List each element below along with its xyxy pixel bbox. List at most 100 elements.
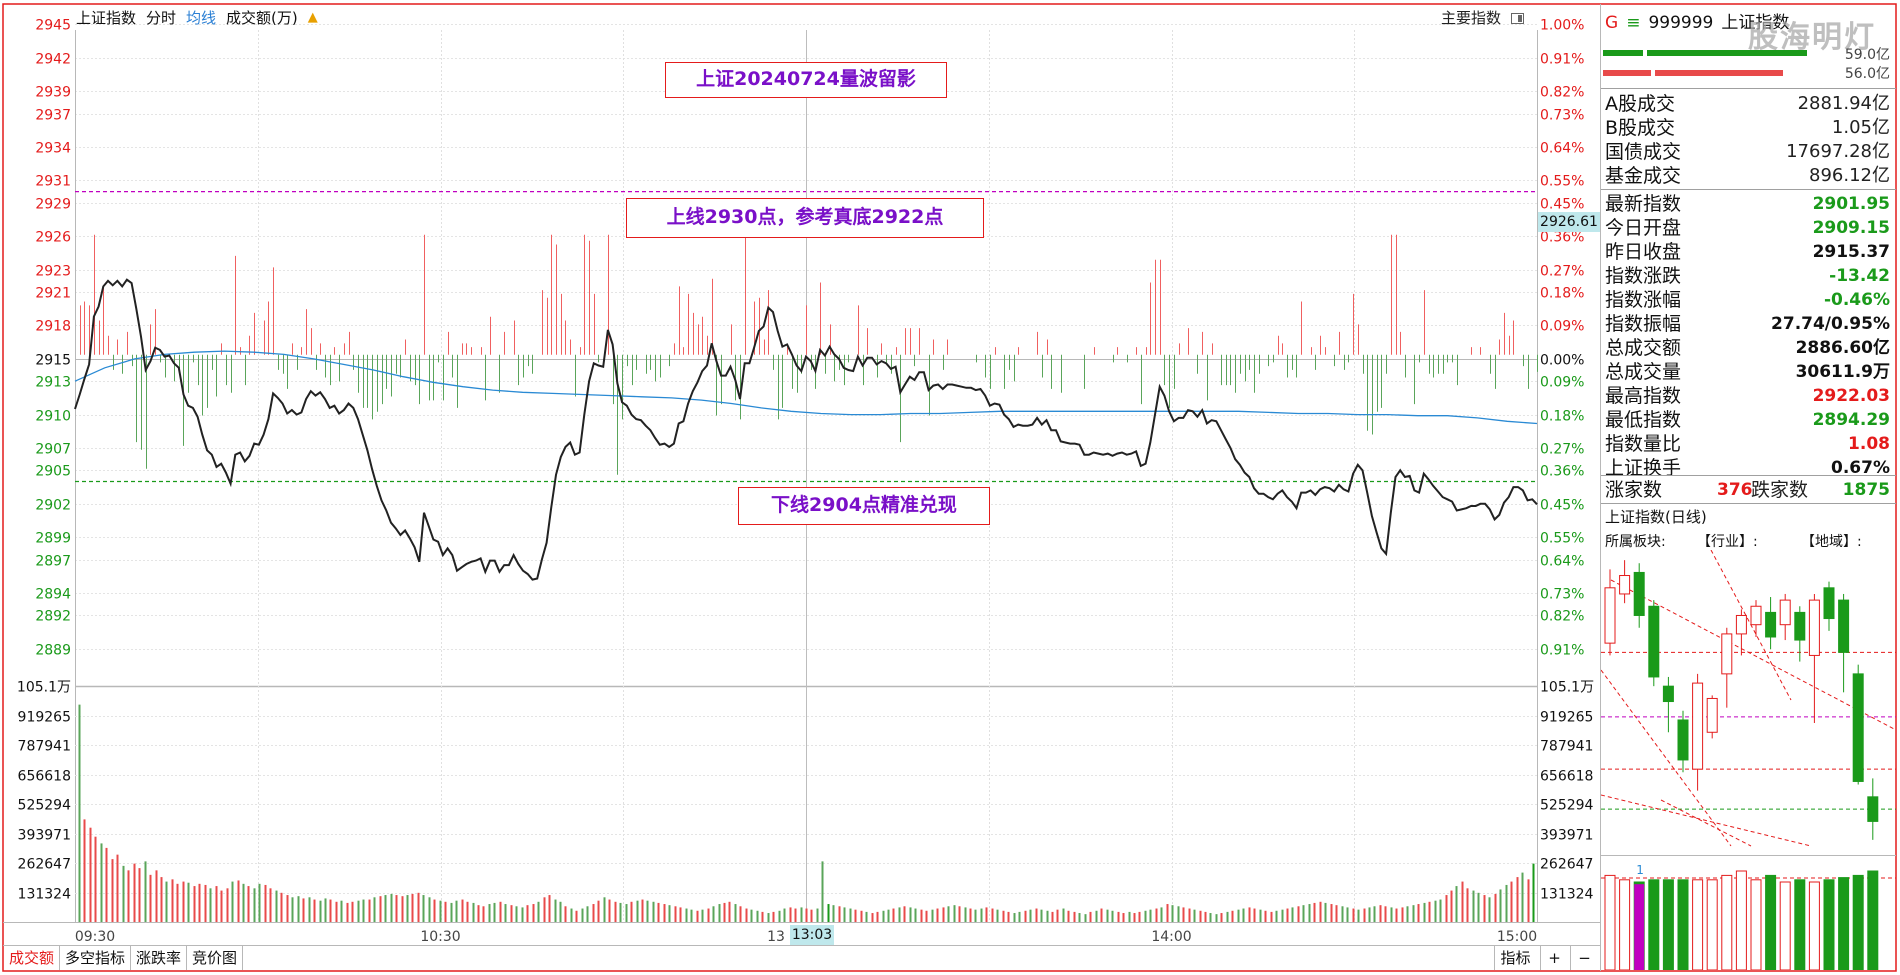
pct-tick: 0.64% — [1540, 141, 1584, 157]
pct-tick: 0.55% — [1540, 174, 1584, 190]
row-fund: 基金成交 896.12亿 — [1605, 165, 1890, 187]
tab-minute[interactable]: 分时 — [146, 8, 176, 28]
price-tick: 2915 — [35, 353, 71, 369]
price-tick: 2934 — [35, 141, 71, 157]
quote-row: 最低指数 2894.29 — [1601, 408, 1896, 432]
quote-value: 1.08 — [1848, 434, 1890, 454]
quote-label: 指数振幅 — [1605, 313, 1682, 335]
daily-volume-bar — [1794, 879, 1806, 970]
pct-tick: 0.82% — [1540, 85, 1584, 101]
quote-value: 2886.60亿 — [1795, 338, 1890, 358]
quote-row: 总成交量 30611.9万 — [1601, 360, 1896, 384]
row-breadth: 涨家数 376 跌家数 1875 — [1601, 478, 1896, 502]
bar-value-top: 59.0亿 — [1844, 47, 1890, 63]
daily-volume-bar — [1867, 870, 1879, 970]
quote-value: 2901.95 — [1812, 194, 1890, 214]
pct-tick: 0.36% — [1540, 464, 1584, 480]
price-tick: 2929 — [35, 197, 71, 213]
daily-kline-chart[interactable]: 1 — [1601, 550, 1896, 970]
daily-volume-highlight — [1634, 884, 1645, 970]
pct-tick: 0.18% — [1540, 409, 1584, 425]
price-tick: 2918 — [35, 319, 71, 335]
quote-label: 昨日收盘 — [1605, 241, 1682, 263]
down-count-value: 1875 — [1842, 480, 1890, 500]
candle-body — [1648, 605, 1660, 678]
pct-tick: 0.09% — [1540, 319, 1584, 335]
quote-row: 指数涨幅 -0.46% — [1601, 288, 1896, 312]
daily-volume-bar — [1706, 879, 1718, 970]
daily-volume-bar — [1735, 870, 1747, 970]
quote-row: 昨日收盘 2915.37 — [1601, 240, 1896, 264]
annotation-upper: 上线2930点，参考真底2922点 — [626, 198, 984, 238]
cursor-price-label: 2926.61 — [1538, 212, 1600, 232]
price-tick: 2907 — [35, 442, 71, 458]
quote-label: 指数涨跌 — [1605, 265, 1682, 287]
tab-advance-decline[interactable]: 涨跌率 — [131, 946, 188, 970]
quote-value: 2894.29 — [1812, 410, 1890, 430]
pct-tick: 0.45% — [1540, 197, 1584, 213]
tab-turnover[interactable]: 成交额 — [4, 946, 61, 970]
quote-row: 今日开盘 2909.15 — [1601, 216, 1896, 240]
tab-avg-line[interactable]: 均线 — [186, 8, 216, 28]
panel-toggle-icon[interactable] — [1511, 12, 1525, 24]
time-tick: 13 — [767, 929, 785, 945]
up-count-value: 376 — [1717, 480, 1753, 500]
quote-row: 上证换手 0.67% — [1601, 456, 1896, 480]
tab-auction[interactable]: 竞价图 — [187, 946, 244, 970]
divider — [1601, 503, 1896, 504]
daily-volume-bar — [1677, 879, 1689, 970]
divider — [1601, 475, 1896, 476]
volume-tick: 919265 — [18, 710, 71, 726]
candle-body — [1706, 697, 1718, 733]
volume-tick: 131324 — [18, 887, 72, 903]
daily-chart-title[interactable]: 上证指数(日线) — [1605, 506, 1707, 527]
trend-line — [1601, 794, 1812, 847]
daily-volume-bar — [1662, 879, 1674, 970]
zoom-out-button[interactable]: − — [1570, 946, 1598, 970]
volume-tick: 262647 — [18, 857, 71, 873]
daily-volume-bar — [1838, 877, 1850, 970]
quote-label: 总成交额 — [1605, 337, 1682, 359]
candle-body — [1750, 605, 1762, 626]
quote-value: 30611.9万 — [1795, 362, 1890, 382]
price-tick: 2897 — [35, 554, 71, 570]
tab-long-short[interactable]: 多空指标 — [60, 946, 132, 970]
candle-body — [1677, 719, 1689, 761]
daily-volume-bar — [1779, 881, 1791, 970]
bottom-tabs: 成交额 多空指标 涨跌率 竞价图 — [4, 946, 244, 970]
quote-panel: G ≡ 999999 上证指数 股海明灯 59.0亿 56.0亿 A股成交 288… — [1601, 4, 1896, 971]
price-tick: 2945 — [35, 18, 71, 34]
candle-body — [1779, 599, 1791, 626]
pct-tick: 0.73% — [1540, 108, 1584, 124]
region-link[interactable]: 【地域】: — [1801, 531, 1862, 551]
volume-tick: 787941 — [18, 739, 71, 755]
price-tick: 2937 — [35, 108, 71, 124]
candle-body — [1765, 611, 1777, 638]
bell-icon[interactable]: ▲ — [308, 8, 318, 28]
quote-value: 27.74/0.95% — [1771, 314, 1890, 334]
zoom-in-button[interactable]: + — [1540, 946, 1568, 970]
quote-row: 指数量比 1.08 — [1601, 432, 1896, 456]
quote-value: 0.67% — [1831, 458, 1890, 478]
sell-volume-bar-b — [1655, 70, 1783, 76]
sector-row: 所属板块: 【行业】: 【地域】: — [1605, 531, 1862, 551]
annotation-title: 上证20240724量波留影 — [665, 62, 947, 98]
pct-tick: 0.27% — [1540, 442, 1584, 458]
volume-tick-right: 525294 — [1540, 798, 1594, 814]
main-index-toggle[interactable]: 主要指数 — [1441, 8, 1525, 28]
industry-link[interactable]: 【行业】: — [1697, 531, 1801, 551]
code-prefix: G — [1605, 13, 1619, 33]
price-tick: 2892 — [35, 609, 71, 625]
buy-volume-bar-a — [1603, 50, 1643, 56]
pct-tick: 0.91% — [1540, 52, 1584, 68]
pct-tick: 0.73% — [1540, 587, 1584, 603]
buy-volume-bar-b — [1647, 50, 1807, 56]
quote-row: 最高指数 2922.03 — [1601, 384, 1896, 408]
daily-volume-bar — [1823, 879, 1835, 970]
daily-volume-bar — [1852, 874, 1864, 970]
pct-tick: 0.09% — [1540, 375, 1584, 391]
tab-volume[interactable]: 成交额(万) — [226, 8, 298, 28]
indicator-button[interactable]: 指标 — [1494, 946, 1536, 970]
time-tick: 10:30 — [420, 929, 460, 945]
menu-icon[interactable]: ≡ — [1626, 12, 1640, 34]
